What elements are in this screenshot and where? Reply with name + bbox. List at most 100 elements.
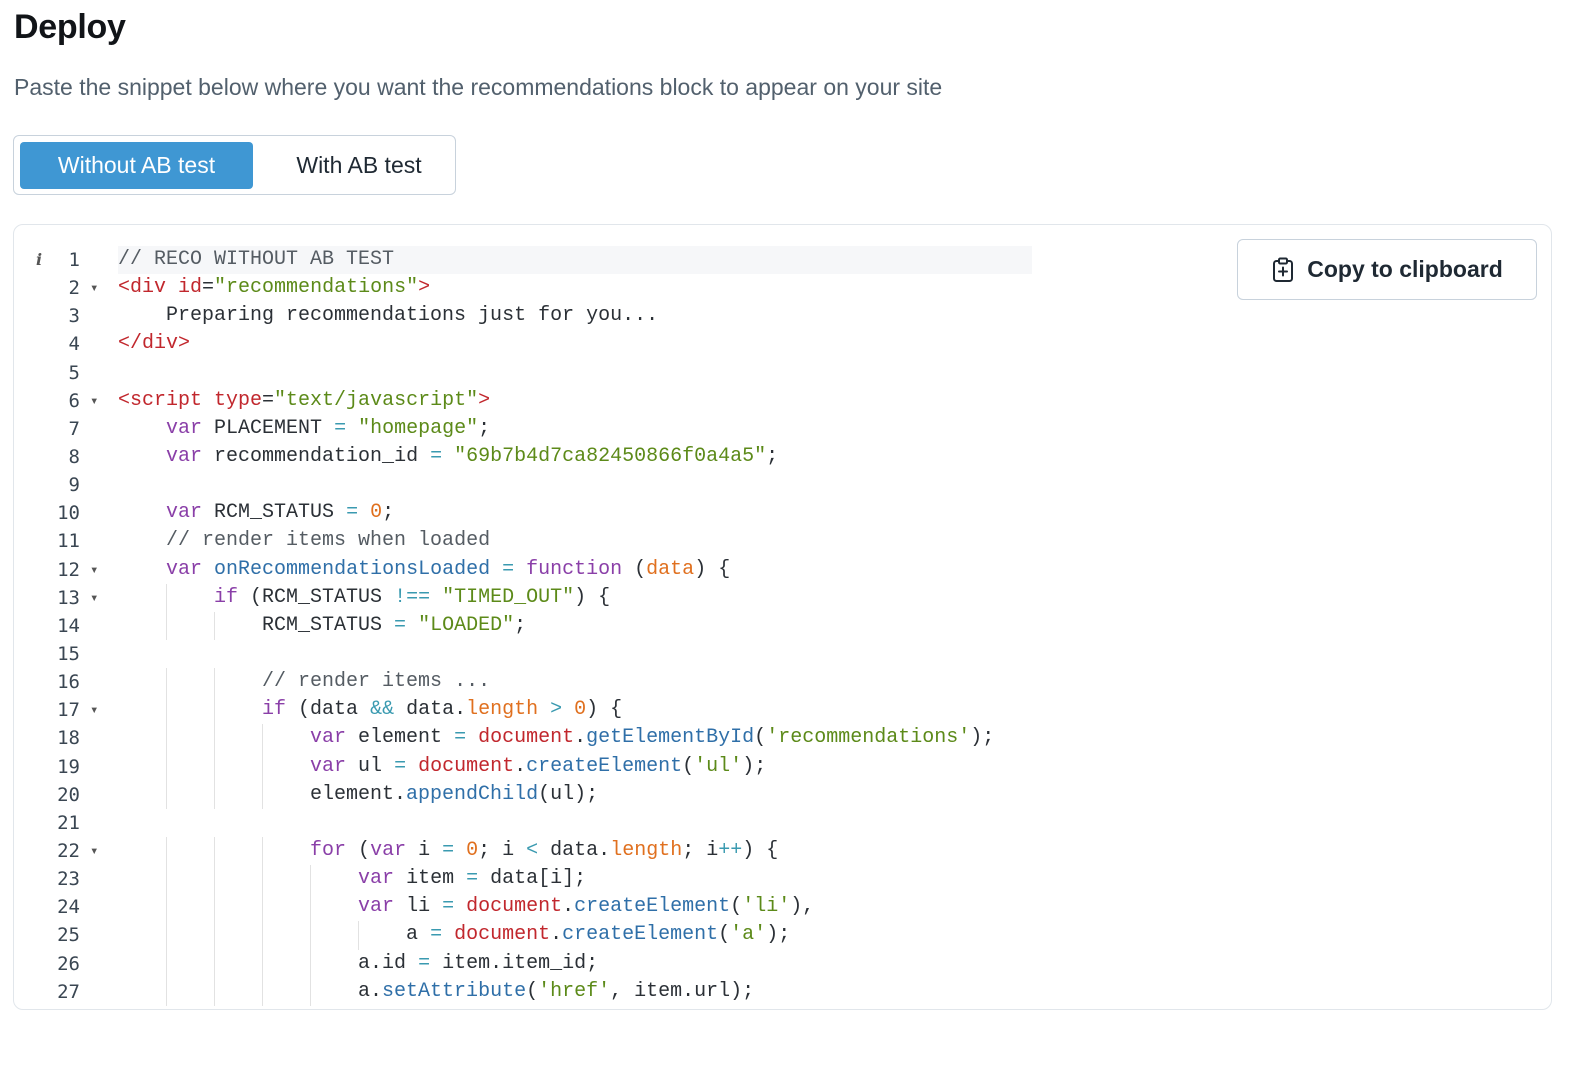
indent-guide — [310, 865, 311, 894]
code-editor[interactable]: i 1 2 ▾ 3 4 5 6 ▾ 7 8 9 10 11 12 ▾ 13 ▾ 14 15 16 17 ▾ 18 19 20 21 2… — [13, 224, 1552, 1010]
code-token: . — [562, 895, 575, 919]
indent-guide — [358, 921, 359, 950]
code-token: "TIMED_OUT" — [442, 585, 575, 609]
line-number: 15 — [57, 642, 80, 665]
fold-toggle-icon[interactable]: ▾ — [90, 556, 98, 584]
code-line: var item = data[i]; — [118, 865, 994, 894]
line-number: 6 — [68, 389, 80, 412]
gutter-line: 5 — [14, 359, 118, 387]
code-token: </div> — [118, 332, 191, 356]
fold-toggle-icon[interactable]: ▾ — [90, 274, 98, 302]
code-token: ; i — [478, 838, 527, 862]
code-token: (RCM_STATUS — [238, 585, 395, 609]
indent-guide — [214, 780, 215, 809]
fold-toggle-icon[interactable]: ▾ — [90, 696, 98, 724]
code-line: <script type="text/javascript"> — [118, 387, 994, 415]
code-token: = — [430, 444, 443, 468]
indent-guide — [262, 724, 263, 753]
code-token: var — [166, 444, 203, 468]
code-token: "recommendations" — [214, 276, 419, 300]
gutter-line: 12 ▾ — [14, 556, 118, 584]
gutter-line: 18 — [14, 724, 118, 752]
code-token: setAttribute — [382, 979, 527, 1003]
code-token: RCM_STATUS — [118, 613, 395, 637]
indent-guide — [310, 893, 311, 922]
code-token: ( — [754, 726, 767, 750]
code-token: createElement — [562, 923, 719, 947]
code-token: < — [526, 838, 539, 862]
line-number: 4 — [68, 333, 80, 356]
indent-guide — [262, 780, 263, 809]
indent-guide — [262, 949, 263, 978]
code-token: a.id — [118, 951, 419, 975]
code-token: element — [346, 726, 455, 750]
code-token: ( — [730, 895, 743, 919]
gutter-line: 7 — [14, 415, 118, 443]
line-number: 24 — [57, 896, 80, 919]
gutter-line: 3 — [14, 302, 118, 330]
fold-toggle-icon[interactable]: ▾ — [90, 584, 98, 612]
fold-toggle-icon[interactable]: ▾ — [90, 837, 98, 865]
code-content[interactable]: // RECO WITHOUT AB TEST <div id="recommen… — [118, 246, 994, 1006]
line-number: 14 — [57, 614, 80, 637]
line-number: 13 — [57, 586, 80, 609]
gutter-line: 17 ▾ — [14, 696, 118, 724]
code-token: ; — [766, 444, 779, 468]
indent-guide — [166, 752, 167, 781]
gutter-line: 14 — [14, 612, 118, 640]
indent-guide — [214, 921, 215, 950]
code-token: = — [262, 388, 275, 412]
line-number: 1 — [68, 249, 80, 271]
gutter-line: 19 — [14, 753, 118, 781]
code-token: , item.url); — [610, 979, 755, 1003]
indent-guide — [214, 949, 215, 978]
without-ab-test-tab[interactable]: Without AB test — [20, 142, 253, 189]
with-ab-test-tab[interactable]: With AB test — [264, 142, 454, 189]
indent-guide — [166, 921, 167, 950]
fold-toggle-icon[interactable]: ▾ — [90, 387, 98, 415]
line-number: 8 — [68, 445, 80, 468]
line-number: 9 — [68, 474, 80, 497]
code-token: data — [646, 557, 695, 581]
copy-to-clipboard-button[interactable]: Copy to clipboard — [1237, 239, 1537, 300]
code-line: RCM_STATUS = "LOADED"; — [118, 611, 994, 640]
indent-guide — [214, 977, 215, 1006]
line-number: 5 — [68, 361, 80, 384]
indent-guide — [166, 977, 167, 1006]
code-token: ( — [622, 557, 647, 581]
code-token: onRecommendationsLoaded — [214, 557, 491, 581]
ab-test-toggle: Without AB test With AB test — [13, 135, 456, 195]
gutter-line: i1 — [14, 246, 118, 274]
code-token: ) { — [742, 838, 779, 862]
gutter-line: 13 ▾ — [14, 584, 118, 612]
code-token: item — [394, 867, 467, 891]
gutter-line: 11 — [14, 527, 118, 555]
indent-guide — [262, 865, 263, 894]
code-token: id — [178, 276, 203, 300]
code-token: length — [610, 838, 683, 862]
indent-guide — [214, 865, 215, 894]
gutter-line: 21 — [14, 809, 118, 837]
indent-guide — [310, 949, 311, 978]
code-token: = — [466, 867, 479, 891]
clipboard-icon — [1273, 257, 1294, 282]
code-token: RCM_STATUS — [202, 501, 347, 525]
info-icon[interactable]: i — [36, 246, 42, 274]
code-line: if (data && data.length > 0) { — [118, 696, 994, 725]
code-token: 'a' — [730, 923, 767, 947]
code-token: li — [394, 895, 443, 919]
code-line: a.setAttribute('href', item.url); — [118, 977, 994, 1006]
gutter-line: 23 — [14, 865, 118, 893]
page-title: Deploy — [14, 8, 126, 46]
